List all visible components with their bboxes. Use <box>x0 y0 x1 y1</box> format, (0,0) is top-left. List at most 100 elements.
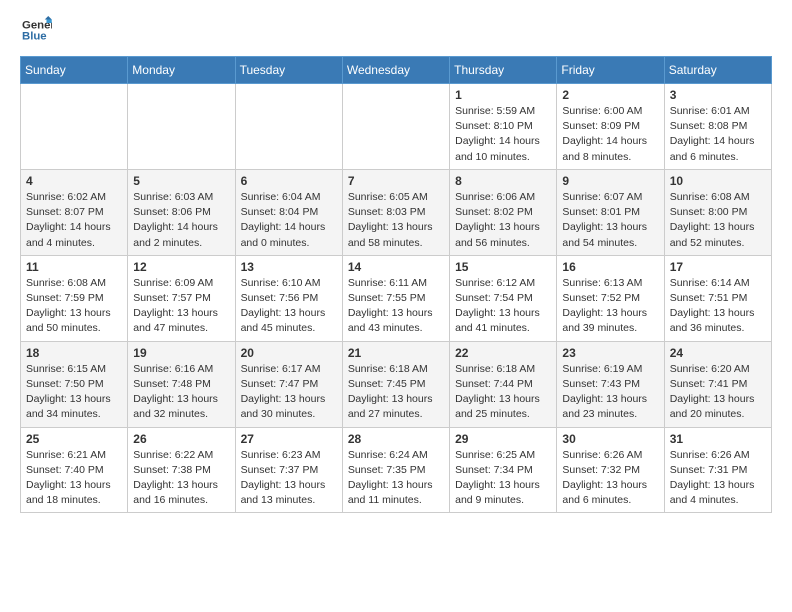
calendar-cell: 6 Sunrise: 6:04 AMSunset: 8:04 PMDaylight… <box>235 169 342 255</box>
weekday-header: Monday <box>128 57 235 84</box>
calendar-cell <box>128 84 235 170</box>
calendar-cell: 5 Sunrise: 6:03 AMSunset: 8:06 PMDaylight… <box>128 169 235 255</box>
calendar-week-row: 11Sunrise: 6:08 AMSunset: 7:59 PMDayligh… <box>21 255 772 341</box>
day-info: Sunrise: 6:25 AMSunset: 7:34 PMDaylight:… <box>455 448 551 509</box>
day-number: 2 <box>562 88 658 102</box>
calendar-cell: 20 Sunrise: 6:17 AMSunset: 7:47 PMDayligh… <box>235 341 342 427</box>
calendar-cell: 29 Sunrise: 6:25 AMSunset: 7:34 PMDayligh… <box>450 427 557 513</box>
weekday-header: Friday <box>557 57 664 84</box>
day-info: Sunrise: 6:07 AMSunset: 8:01 PMDaylight:… <box>562 190 658 251</box>
day-info: Sunrise: 6:22 AMSunset: 7:38 PMDaylight:… <box>133 448 229 509</box>
calendar-cell: 23 Sunrise: 6:19 AMSunset: 7:43 PMDayligh… <box>557 341 664 427</box>
day-number: 18 <box>26 346 122 360</box>
day-number: 17 <box>670 260 766 274</box>
weekday-header: Thursday <box>450 57 557 84</box>
calendar-cell: 16Sunrise: 6:13 AMSunset: 7:52 PMDayligh… <box>557 255 664 341</box>
day-number: 14 <box>348 260 444 274</box>
day-number: 9 <box>562 174 658 188</box>
day-info: Sunrise: 6:02 AMSunset: 8:07 PMDaylight:… <box>26 190 122 251</box>
day-info: Sunrise: 6:16 AMSunset: 7:48 PMDaylight:… <box>133 362 229 423</box>
day-number: 1 <box>455 88 551 102</box>
day-info: Sunrise: 6:08 AMSunset: 7:59 PMDaylight:… <box>26 276 122 337</box>
day-number: 13 <box>241 260 337 274</box>
day-number: 16 <box>562 260 658 274</box>
day-info: Sunrise: 6:26 AMSunset: 7:32 PMDaylight:… <box>562 448 658 509</box>
calendar-cell: 14 Sunrise: 6:11 AMSunset: 7:55 PMDayligh… <box>342 255 449 341</box>
day-number: 23 <box>562 346 658 360</box>
calendar-week-row: 18 Sunrise: 6:15 AMSunset: 7:50 PMDayligh… <box>21 341 772 427</box>
day-info: Sunrise: 6:12 AMSunset: 7:54 PMDaylight:… <box>455 276 551 337</box>
day-info: Sunrise: 6:23 AMSunset: 7:37 PMDaylight:… <box>241 448 337 509</box>
logo-icon: General Blue <box>20 16 52 44</box>
day-number: 20 <box>241 346 337 360</box>
day-number: 27 <box>241 432 337 446</box>
day-info: Sunrise: 6:01 AMSunset: 8:08 PMDaylight:… <box>670 104 766 165</box>
day-info: Sunrise: 6:09 AMSunset: 7:57 PMDaylight:… <box>133 276 229 337</box>
calendar-cell: 11Sunrise: 6:08 AMSunset: 7:59 PMDayligh… <box>21 255 128 341</box>
weekday-header: Tuesday <box>235 57 342 84</box>
calendar-cell: 10 Sunrise: 6:08 AMSunset: 8:00 PMDayligh… <box>664 169 771 255</box>
calendar-cell: 31Sunrise: 6:26 AMSunset: 7:31 PMDayligh… <box>664 427 771 513</box>
day-number: 8 <box>455 174 551 188</box>
day-info: Sunrise: 6:14 AMSunset: 7:51 PMDaylight:… <box>670 276 766 337</box>
calendar-cell: 18 Sunrise: 6:15 AMSunset: 7:50 PMDayligh… <box>21 341 128 427</box>
day-info: Sunrise: 6:00 AMSunset: 8:09 PMDaylight:… <box>562 104 658 165</box>
day-info: Sunrise: 6:05 AMSunset: 8:03 PMDaylight:… <box>348 190 444 251</box>
day-info: Sunrise: 6:04 AMSunset: 8:04 PMDaylight:… <box>241 190 337 251</box>
calendar-week-row: 25Sunrise: 6:21 AMSunset: 7:40 PMDayligh… <box>21 427 772 513</box>
day-number: 24 <box>670 346 766 360</box>
day-info: Sunrise: 6:10 AMSunset: 7:56 PMDaylight:… <box>241 276 337 337</box>
day-info: Sunrise: 6:24 AMSunset: 7:35 PMDaylight:… <box>348 448 444 509</box>
day-info: Sunrise: 6:19 AMSunset: 7:43 PMDaylight:… <box>562 362 658 423</box>
day-number: 4 <box>26 174 122 188</box>
weekday-header: Sunday <box>21 57 128 84</box>
day-number: 6 <box>241 174 337 188</box>
day-info: Sunrise: 6:18 AMSunset: 7:44 PMDaylight:… <box>455 362 551 423</box>
day-info: Sunrise: 6:17 AMSunset: 7:47 PMDaylight:… <box>241 362 337 423</box>
svg-text:Blue: Blue <box>22 31 47 43</box>
day-number: 3 <box>670 88 766 102</box>
calendar-cell: 15 Sunrise: 6:12 AMSunset: 7:54 PMDayligh… <box>450 255 557 341</box>
weekday-header: Saturday <box>664 57 771 84</box>
calendar-cell: 8 Sunrise: 6:06 AMSunset: 8:02 PMDaylight… <box>450 169 557 255</box>
day-info: Sunrise: 6:03 AMSunset: 8:06 PMDaylight:… <box>133 190 229 251</box>
day-number: 7 <box>348 174 444 188</box>
day-number: 28 <box>348 432 444 446</box>
day-info: Sunrise: 6:06 AMSunset: 8:02 PMDaylight:… <box>455 190 551 251</box>
weekday-header: Wednesday <box>342 57 449 84</box>
day-number: 29 <box>455 432 551 446</box>
day-number: 19 <box>133 346 229 360</box>
calendar-cell: 26 Sunrise: 6:22 AMSunset: 7:38 PMDayligh… <box>128 427 235 513</box>
day-info: Sunrise: 6:15 AMSunset: 7:50 PMDaylight:… <box>26 362 122 423</box>
calendar-week-row: 4 Sunrise: 6:02 AMSunset: 8:07 PMDaylight… <box>21 169 772 255</box>
day-number: 22 <box>455 346 551 360</box>
day-number: 15 <box>455 260 551 274</box>
calendar-cell: 25Sunrise: 6:21 AMSunset: 7:40 PMDayligh… <box>21 427 128 513</box>
day-info: Sunrise: 6:08 AMSunset: 8:00 PMDaylight:… <box>670 190 766 251</box>
calendar-cell: 7 Sunrise: 6:05 AMSunset: 8:03 PMDaylight… <box>342 169 449 255</box>
calendar-cell: 4 Sunrise: 6:02 AMSunset: 8:07 PMDaylight… <box>21 169 128 255</box>
calendar-cell: 24 Sunrise: 6:20 AMSunset: 7:41 PMDayligh… <box>664 341 771 427</box>
day-number: 12 <box>133 260 229 274</box>
day-info: Sunrise: 6:21 AMSunset: 7:40 PMDaylight:… <box>26 448 122 509</box>
calendar-cell: 2 Sunrise: 6:00 AMSunset: 8:09 PMDaylight… <box>557 84 664 170</box>
day-number: 5 <box>133 174 229 188</box>
calendar-cell: 30 Sunrise: 6:26 AMSunset: 7:32 PMDayligh… <box>557 427 664 513</box>
calendar-cell <box>235 84 342 170</box>
calendar-cell: 12 Sunrise: 6:09 AMSunset: 7:57 PMDayligh… <box>128 255 235 341</box>
day-number: 10 <box>670 174 766 188</box>
calendar-cell: 28 Sunrise: 6:24 AMSunset: 7:35 PMDayligh… <box>342 427 449 513</box>
calendar-cell: 9 Sunrise: 6:07 AMSunset: 8:01 PMDaylight… <box>557 169 664 255</box>
day-number: 26 <box>133 432 229 446</box>
calendar-cell: 27 Sunrise: 6:23 AMSunset: 7:37 PMDayligh… <box>235 427 342 513</box>
day-info: Sunrise: 6:20 AMSunset: 7:41 PMDaylight:… <box>670 362 766 423</box>
calendar-cell <box>21 84 128 170</box>
page-header: General Blue <box>20 16 772 44</box>
day-number: 30 <box>562 432 658 446</box>
calendar-table: SundayMondayTuesdayWednesdayThursdayFrid… <box>20 56 772 513</box>
calendar-cell: 3 Sunrise: 6:01 AMSunset: 8:08 PMDaylight… <box>664 84 771 170</box>
calendar-cell: 17 Sunrise: 6:14 AMSunset: 7:51 PMDayligh… <box>664 255 771 341</box>
day-info: Sunrise: 6:11 AMSunset: 7:55 PMDaylight:… <box>348 276 444 337</box>
calendar-cell: 19 Sunrise: 6:16 AMSunset: 7:48 PMDayligh… <box>128 341 235 427</box>
calendar-header-row: SundayMondayTuesdayWednesdayThursdayFrid… <box>21 57 772 84</box>
